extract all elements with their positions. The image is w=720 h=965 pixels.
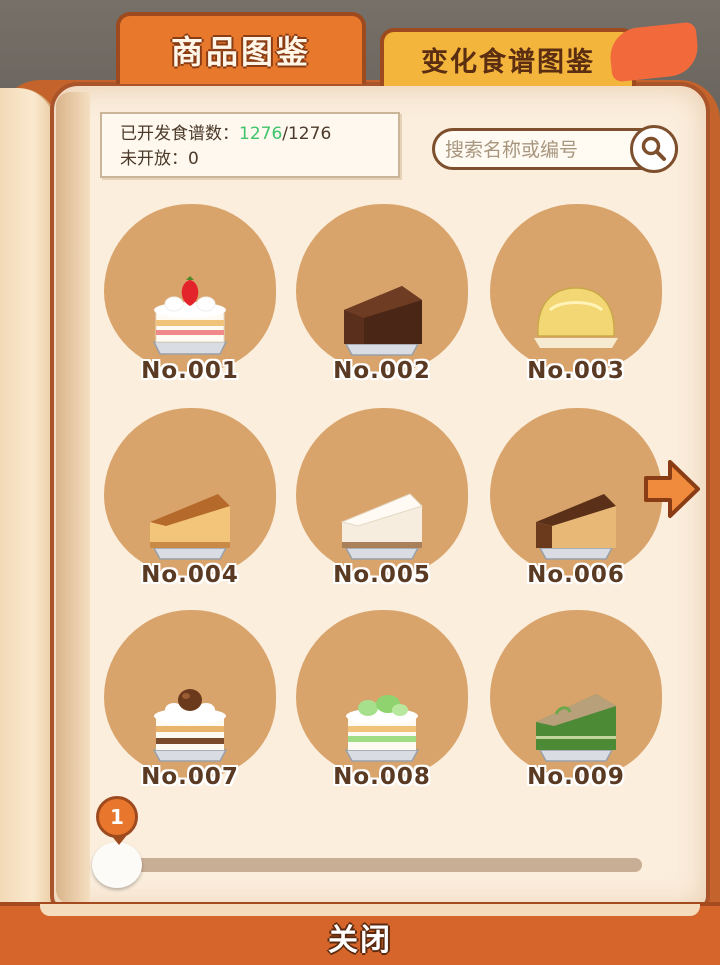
dark-baked-cheesecake-icon — [536, 494, 616, 560]
recipe-grid: No.001 No.002 No.003 No.004 No.005 No.00… — [100, 204, 680, 804]
matcha-cake-icon — [536, 694, 616, 762]
chestnut-shortcake-icon — [152, 689, 228, 762]
search-box — [432, 125, 678, 173]
item-number: No.003 — [527, 358, 625, 384]
recipe-item-003[interactable]: No.003 — [486, 204, 666, 400]
item-number: No.009 — [527, 764, 625, 790]
page-slider-track[interactable] — [112, 858, 642, 872]
melon-shortcake-icon — [344, 695, 420, 762]
item-number: No.001 — [141, 358, 239, 384]
item-number: No.006 — [527, 562, 625, 588]
recipe-item-002[interactable]: No.002 — [292, 204, 472, 400]
opened-total: /1276 — [282, 124, 332, 144]
item-number: No.005 — [333, 562, 431, 588]
search-button[interactable] — [630, 125, 678, 173]
current-page-indicator: 1 — [96, 796, 138, 845]
recipe-stats-panel: 已开发食谱数：1276/1276 未开放：0 — [100, 112, 400, 178]
item-number: No.004 — [141, 562, 239, 588]
tab-variation-recipes[interactable]: 变化食谱图鉴 — [380, 28, 636, 86]
search-input[interactable] — [445, 135, 631, 165]
baked-cheesecake-icon — [150, 494, 230, 560]
recipe-item-007[interactable]: No.007 — [100, 610, 280, 806]
item-number: No.002 — [333, 358, 431, 384]
close-button[interactable]: 关闭 — [310, 912, 410, 962]
tab-product-catalog[interactable]: 商品图鉴 — [116, 12, 366, 84]
strawberry-shortcake-icon — [152, 276, 228, 355]
next-page-arrow-icon[interactable] — [640, 456, 704, 522]
search-icon — [641, 136, 666, 161]
book-spine — [56, 92, 90, 904]
recipe-item-006[interactable]: No.006 — [486, 408, 666, 604]
opened-recipes-line: 已开发食谱数：1276/1276 — [120, 122, 398, 147]
opened-count: 1276 — [239, 124, 283, 144]
recipe-item-009[interactable]: No.009 — [486, 610, 666, 806]
recipe-item-004[interactable]: No.004 — [100, 408, 280, 604]
chocolate-cake-icon — [344, 286, 422, 356]
opened-label: 已开发食谱数： — [120, 124, 239, 144]
item-number: No.007 — [141, 764, 239, 790]
unopened-label: 未开放： — [120, 149, 188, 169]
custard-pudding-icon — [534, 287, 618, 348]
rare-cheesecake-icon — [340, 493, 423, 560]
unopened-line: 未开放：0 — [120, 147, 398, 172]
item-number: No.008 — [333, 764, 431, 790]
recipe-item-001[interactable]: No.001 — [100, 204, 280, 400]
page-slider-knob[interactable] — [92, 842, 142, 888]
recipe-item-008[interactable]: No.008 — [292, 610, 472, 806]
recipe-item-005[interactable]: No.005 — [292, 408, 472, 604]
unopened-count: 0 — [188, 149, 199, 169]
